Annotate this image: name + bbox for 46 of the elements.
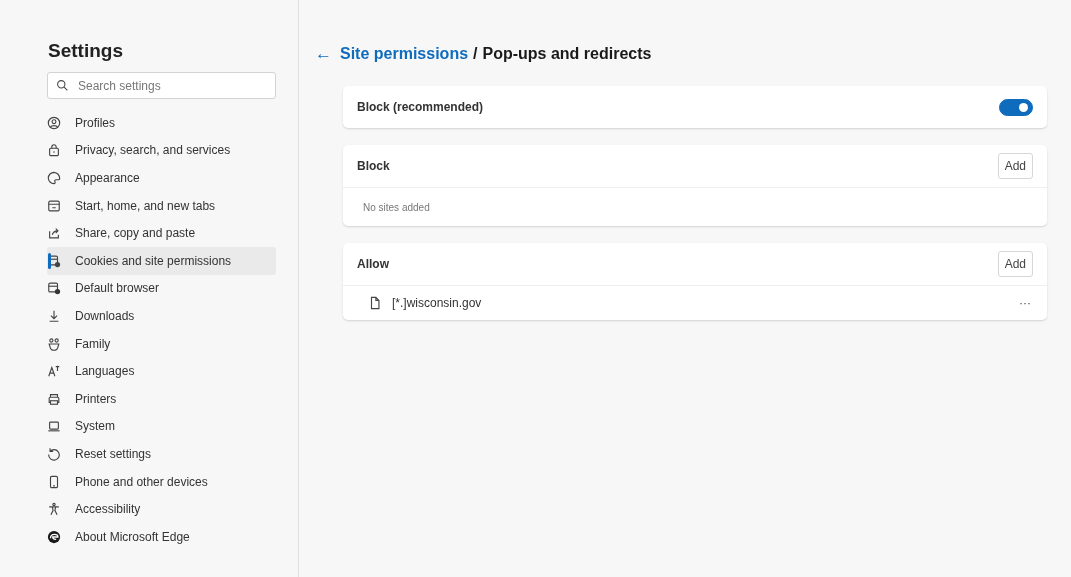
list-title: Allow — [357, 257, 389, 271]
breadcrumb-link[interactable]: Site permissions — [340, 45, 469, 63]
setting-label: Block (recommended) — [357, 100, 484, 114]
sidebar-item[interactable]: Reset settings — [47, 440, 276, 468]
family-icon — [47, 336, 61, 351]
sidebar-item[interactable]: Default browser — [47, 274, 276, 303]
sidebar-item[interactable]: Downloads — [47, 302, 276, 330]
more-button[interactable]: ··· — [1017, 296, 1033, 310]
page-icon — [368, 296, 382, 310]
translate-icon — [47, 364, 61, 379]
back-button[interactable]: ← — [313, 44, 334, 64]
download-icon — [47, 308, 61, 323]
toggle-switch[interactable] — [999, 98, 1033, 116]
accessibility-icon — [47, 502, 61, 517]
reset-icon — [47, 446, 61, 461]
sidebar-item[interactable]: Languages — [47, 357, 276, 385]
sidebar-title: Settings — [48, 40, 124, 62]
window-icon — [47, 198, 61, 213]
share-icon — [47, 226, 61, 241]
site-name: [*.]wisconsin.gov — [392, 296, 483, 310]
sidebar-item[interactable]: Printers — [47, 384, 276, 413]
person-icon — [47, 115, 61, 130]
lock-icon — [47, 143, 61, 158]
breadcrumb-separator: / — [473, 45, 478, 63]
sidebar-item[interactable]: Accessibility — [47, 495, 276, 523]
page-title: Pop-ups and redirects — [482, 45, 652, 63]
sidebar-item[interactable]: Start, home, and new tabs — [47, 191, 276, 220]
sidebar-item[interactable]: Share, copy and paste — [47, 219, 276, 247]
empty-message: No sites added — [362, 200, 431, 215]
add-button[interactable]: Add — [997, 153, 1033, 179]
phone-icon — [47, 474, 61, 489]
browser-check-icon — [47, 281, 61, 296]
sidebar-item[interactable]: Appearance — [47, 164, 276, 192]
sidebar-item[interactable]: Privacy, search, and services — [47, 136, 276, 165]
sidebar-item[interactable]: Profiles — [47, 109, 276, 137]
sidebar-item[interactable]: About Microsoft Edge — [47, 522, 276, 551]
list-title: Block — [357, 159, 390, 173]
search-field[interactable]: Search settings — [47, 72, 276, 99]
sidebar-item[interactable]: Phone and other devices — [47, 467, 276, 496]
sidebar-item[interactable]: Family — [47, 329, 276, 358]
laptop-icon — [47, 419, 61, 434]
palette-icon — [47, 171, 61, 185]
add-button[interactable]: Add — [997, 251, 1033, 277]
sidebar-item[interactable]: System — [47, 412, 276, 441]
printer-icon — [47, 391, 61, 406]
sidebar-item[interactable]: Cookies and site permissions — [47, 246, 276, 275]
